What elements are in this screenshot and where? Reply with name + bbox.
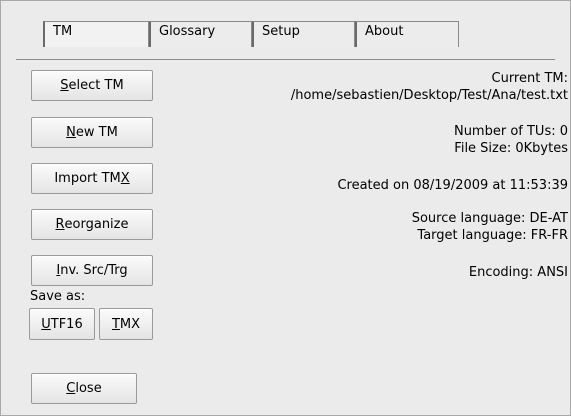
button-label: eorganize: [64, 217, 129, 232]
encoding-info: Encoding: ANSI: [468, 265, 568, 280]
save-tmx-button[interactable]: T MX: [99, 308, 153, 340]
close-button[interactable]: Close: [31, 373, 137, 404]
new-tm-button[interactable]: New TM: [31, 117, 153, 148]
mnemonic-letter: X: [120, 171, 130, 186]
save-as-label: Save as:: [30, 289, 86, 304]
mnemonic-letter: U: [41, 316, 51, 332]
import-tmx-button[interactable]: Import TM X: [31, 163, 153, 194]
tab-label: Setup: [262, 24, 300, 39]
current-tm-info: Current TM: /home/sebastien/Desktop/Test…: [291, 70, 568, 104]
source-language: Source language: DE-AT: [411, 211, 568, 226]
tab-about[interactable]: About: [355, 21, 459, 47]
number-of-tus: Number of TUs: 0: [453, 124, 568, 139]
reorganize-button[interactable]: Reorganize: [31, 209, 153, 240]
tm-stats: Number of TUs: 0 File Size: 0Kbytes: [454, 123, 568, 157]
button-label: nv. Src/Trg: [60, 263, 128, 278]
mnemonic-letter: R: [55, 217, 65, 232]
current-tm-label: Current TM:: [491, 71, 569, 86]
created-date: Created on 08/19/2009 at 11:53:39: [337, 178, 568, 193]
tab-setup[interactable]: Setup: [252, 21, 355, 47]
mnemonic-letter: N: [66, 125, 76, 140]
tab-separator: [16, 59, 555, 60]
tab-label: Glossary: [159, 24, 216, 39]
file-size: File Size: 0Kbytes: [454, 141, 568, 156]
target-language: Target language: FR-FR: [417, 228, 568, 243]
tab-label: About: [365, 24, 404, 39]
button-label: TF16: [50, 316, 83, 332]
tab-label: TM: [53, 24, 73, 39]
inv-src-trg-button[interactable]: Inv. Src/Trg: [31, 255, 153, 286]
current-tm-path: /home/sebastien/Desktop/Test/Ana/test.tx…: [290, 88, 568, 103]
select-tm-button[interactable]: Select TM: [31, 70, 153, 101]
tab-glossary[interactable]: Glossary: [149, 21, 252, 47]
mnemonic-letter: S: [60, 78, 69, 93]
button-label: elect TM: [68, 78, 124, 93]
mnemonic-letter: T: [111, 316, 120, 332]
button-label: lose: [75, 381, 102, 396]
button-label: MX: [119, 316, 141, 332]
button-label: ew TM: [75, 125, 118, 140]
tm-dialog: TM Glossary Setup About Select TM New TM…: [0, 0, 571, 416]
language-info: Source language: DE-AT Target language: …: [412, 210, 568, 244]
tab-tm[interactable]: TM: [43, 21, 149, 47]
mnemonic-letter: C: [66, 381, 76, 396]
save-utf16-button[interactable]: U TF16: [29, 308, 95, 340]
button-label: Import TM: [54, 171, 121, 186]
